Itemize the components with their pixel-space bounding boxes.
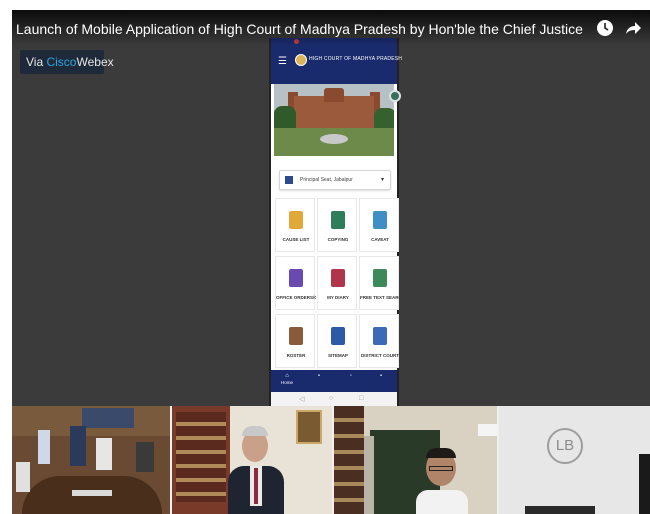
bench-select[interactable]: Principal Seat, Jabalpur ▾ bbox=[279, 170, 391, 190]
shared-phone-screen: ☰ HIGH COURT OF MADHYA PRADESH Principal… bbox=[269, 38, 403, 408]
participant-avatar: LB bbox=[547, 428, 583, 464]
participant-avatar-tile[interactable]: LB bbox=[499, 406, 650, 514]
app-tile-label: SITEMAP bbox=[327, 353, 348, 358]
app-tile-label: DISTRICT COURT bbox=[361, 353, 399, 358]
dropdown-arrow-icon: ▾ bbox=[380, 177, 384, 183]
nav-item-4[interactable]: ▪ bbox=[373, 373, 389, 389]
roster-icon bbox=[289, 327, 303, 345]
nav-item-2[interactable]: ▪ bbox=[311, 373, 327, 389]
app-tile[interactable]: FREE TEXT SEARCH bbox=[359, 256, 400, 310]
bench-select-value: Principal Seat, Jabalpur bbox=[300, 177, 353, 183]
app-title: HIGH COURT OF MADHYA PRADESH bbox=[309, 56, 403, 62]
participant-video-conference-room[interactable] bbox=[12, 406, 170, 514]
home-circle-icon[interactable]: ○ bbox=[329, 395, 333, 402]
home-icon: ⌂ bbox=[285, 373, 289, 379]
back-icon[interactable]: ◁ bbox=[299, 395, 304, 403]
app-tile[interactable]: CAUSE LIST bbox=[275, 198, 315, 252]
app-tile-label: FREE TEXT SEARCH bbox=[360, 295, 400, 300]
nav-item-3[interactable]: ▫ bbox=[343, 373, 359, 389]
video-title-bar: Launch of Mobile Application of High Cou… bbox=[12, 10, 650, 46]
recents-icon[interactable]: □ bbox=[359, 395, 363, 402]
app-tile[interactable]: ROSTER bbox=[275, 314, 315, 368]
caveat-icon bbox=[373, 211, 387, 229]
app-tile-label: ROSTER bbox=[286, 353, 306, 358]
app-tile[interactable]: SITEMAP bbox=[317, 314, 357, 368]
participant-strip: LB bbox=[12, 406, 650, 514]
app-tile-label: OFFICE ORDERS/CIRCULARS bbox=[276, 295, 316, 300]
share-arrow-icon[interactable] bbox=[624, 19, 642, 37]
cause-list-icon bbox=[289, 211, 303, 229]
app-tile-label: MY DIARY bbox=[327, 295, 349, 300]
participant-video-young-man[interactable] bbox=[334, 406, 497, 514]
district-court-icon bbox=[373, 327, 387, 345]
app-tile-label: CAUSE LIST bbox=[282, 237, 310, 242]
high-court-logo-icon bbox=[295, 54, 307, 66]
my-diary-icon bbox=[331, 269, 345, 287]
free-text-search-icon bbox=[373, 269, 387, 287]
high-court-building-image bbox=[274, 84, 394, 156]
building-icon bbox=[285, 176, 293, 184]
bottom-navigation: ⌂ Home ▪ ▫ ▪ bbox=[271, 370, 397, 392]
app-tile[interactable]: CAVEAT bbox=[359, 198, 399, 252]
clock-icon[interactable] bbox=[596, 19, 614, 37]
sitemap-icon bbox=[331, 327, 345, 345]
webex-badge: Via CiscoWebex bbox=[20, 50, 114, 74]
location-pin-icon[interactable] bbox=[389, 90, 401, 102]
app-tile[interactable]: MY DIARY bbox=[317, 256, 357, 310]
app-tile-label: CAVEAT bbox=[371, 237, 389, 242]
office-orders-icon bbox=[289, 269, 303, 287]
app-tile-label: COPYING bbox=[327, 237, 349, 242]
video-title: Launch of Mobile Application of High Cou… bbox=[16, 21, 583, 37]
nav-home[interactable]: ⌂ Home bbox=[279, 373, 295, 389]
app-tile[interactable]: DISTRICT COURT bbox=[359, 314, 399, 368]
copying-icon bbox=[331, 211, 345, 229]
participant-video-chief-justice[interactable] bbox=[172, 406, 332, 514]
nav-home-label: Home bbox=[280, 380, 293, 385]
app-tile[interactable]: OFFICE ORDERS/CIRCULARS bbox=[275, 256, 316, 310]
app-tile[interactable]: COPYING bbox=[317, 198, 357, 252]
hamburger-menu-icon[interactable]: ☰ bbox=[278, 56, 287, 67]
video-player[interactable]: ☰ HIGH COURT OF MADHYA PRADESH Principal… bbox=[12, 10, 650, 514]
app-tile-grid: CAUSE LIST COPYING CAVEAT OFFICE ORDERS/CIR… bbox=[275, 198, 400, 370]
